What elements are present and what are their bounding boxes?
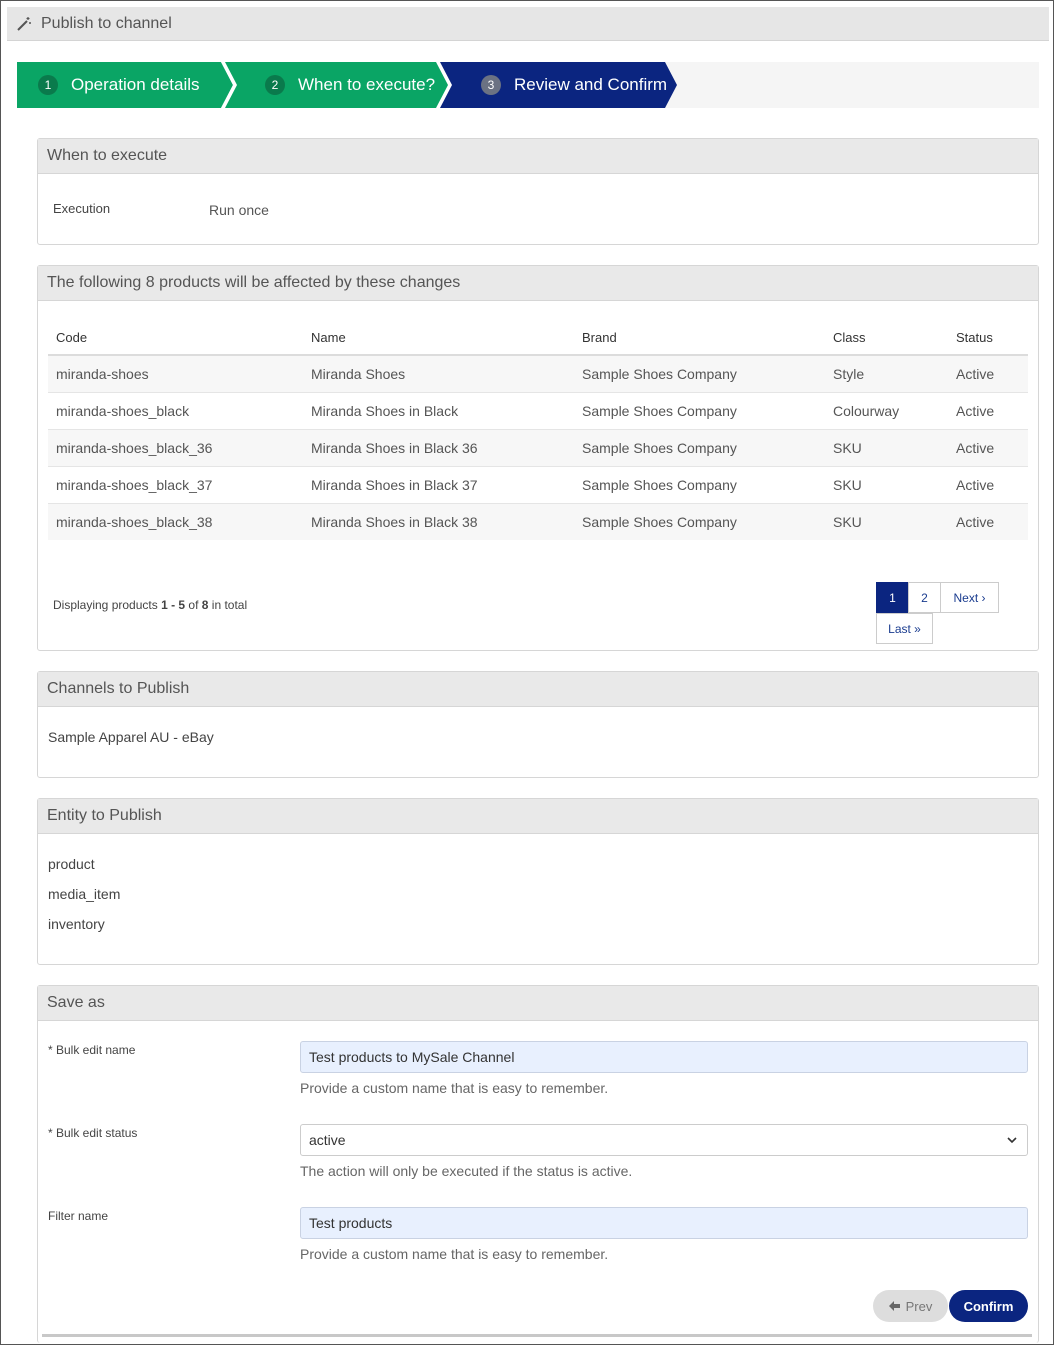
cell-code: miranda-shoes_black — [48, 392, 303, 430]
channel-item: Sample Apparel AU - eBay — [48, 729, 214, 745]
panel-title: When to execute — [38, 139, 1038, 174]
cell-brand: Sample Shoes Company — [574, 355, 825, 393]
next-page-button[interactable]: Next › — [940, 582, 999, 613]
panel-title: Save as — [38, 986, 1038, 1021]
cell-brand: Sample Shoes Company — [574, 466, 825, 504]
entity-item: media_item — [48, 886, 121, 902]
panel-bottom-rule — [42, 1334, 1032, 1337]
step-label: When to execute? — [298, 75, 436, 94]
cell-name: Miranda Shoes in Black — [303, 392, 574, 430]
bulk-edit-name-label: * Bulk edit name — [48, 1043, 136, 1057]
panel-title: The following 8 products will be affecte… — [38, 266, 1038, 301]
bulk-edit-name-value: Test products to MySale Channel — [309, 1049, 515, 1065]
products-table: Code Name Brand Class Status miranda-sho… — [48, 321, 1028, 540]
step-number: 1 — [38, 75, 58, 95]
window-title: Publish to channel — [41, 14, 172, 32]
bulk-edit-status-select[interactable]: active — [300, 1124, 1028, 1156]
filter-name-help: Provide a custom name that is easy to re… — [300, 1246, 609, 1262]
cell-status: Active — [948, 466, 1028, 504]
column-header-code[interactable]: Code — [48, 321, 303, 356]
cell-code: miranda-shoes — [48, 355, 303, 393]
window-titlebar: Publish to channel — [7, 7, 1049, 41]
step-label: Review and Confirm — [514, 75, 668, 94]
bulk-edit-status-help: The action will only be executed if the … — [300, 1163, 633, 1179]
prev-button[interactable]: Prev — [873, 1290, 948, 1322]
channels-panel: Channels to Publish Sample Apparel AU - … — [37, 671, 1039, 778]
column-header-brand[interactable]: Brand — [574, 321, 825, 356]
entity-panel: Entity to Publish product media_item inv… — [37, 798, 1039, 965]
panel-title: Channels to Publish — [38, 672, 1038, 707]
cell-name: Miranda Shoes in Black 38 — [303, 503, 574, 540]
table-row: miranda-shoes_black_37 Miranda Shoes in … — [48, 466, 1028, 504]
summary-prefix: Displaying products — [53, 598, 162, 612]
prev-button-label: Prev — [905, 1298, 933, 1314]
cell-status: Active — [948, 392, 1028, 430]
table-header-row: Code Name Brand Class Status — [48, 321, 1028, 356]
cell-class: SKU — [825, 429, 948, 467]
arrow-left-icon — [888, 1301, 900, 1311]
bulk-edit-status-value: active — [309, 1132, 346, 1148]
step-review-and-confirm[interactable]: 3 Review and Confirm — [436, 62, 677, 108]
cell-name: Miranda Shoes in Black 37 — [303, 466, 574, 504]
page-1-button[interactable]: 1 — [876, 582, 909, 613]
cell-class: Style — [825, 355, 948, 393]
cell-brand: Sample Shoes Company — [574, 392, 825, 430]
column-header-status[interactable]: Status — [948, 321, 1028, 356]
entity-item: inventory — [48, 916, 105, 932]
step-number: 3 — [481, 75, 501, 95]
summary-of: of — [185, 598, 202, 612]
wizard-stepper: 1 Operation details 2 When to execute? 3… — [17, 62, 1039, 108]
cell-class: Colourway — [825, 392, 948, 430]
summary-range: 1 - 5 — [161, 598, 186, 612]
cell-brand: Sample Shoes Company — [574, 503, 825, 540]
column-header-class[interactable]: Class — [825, 321, 948, 356]
cell-name: Miranda Shoes — [303, 355, 574, 393]
summary-suffix: in total — [208, 598, 248, 612]
confirm-button[interactable]: Confirm — [949, 1290, 1028, 1322]
table-row: miranda-shoes_black_38 Miranda Shoes in … — [48, 503, 1028, 540]
magic-wand-icon — [17, 16, 31, 31]
filter-name-label: Filter name — [48, 1209, 109, 1223]
cell-status: Active — [948, 503, 1028, 540]
cell-code: miranda-shoes_black_38 — [48, 503, 303, 540]
when-to-execute-panel: When to execute Execution Run once — [37, 138, 1039, 245]
confirm-button-label: Confirm — [963, 1298, 1014, 1314]
entity-item: product — [48, 856, 95, 872]
filter-name-value: Test products — [309, 1215, 393, 1231]
execution-value: Run once — [209, 202, 269, 218]
table-row: miranda-shoes_black_36 Miranda Shoes in … — [48, 429, 1028, 467]
dialog-window: Publish to channel 1 Operation details 2… — [0, 0, 1054, 1345]
panel-title: Entity to Publish — [38, 799, 1038, 834]
cell-code: miranda-shoes_black_36 — [48, 429, 303, 467]
step-label: Operation details — [71, 75, 200, 94]
cell-status: Active — [948, 355, 1028, 393]
last-page-button[interactable]: Last » — [876, 613, 933, 644]
chevron-down-icon — [1007, 1137, 1017, 1144]
cell-brand: Sample Shoes Company — [574, 429, 825, 467]
column-header-name[interactable]: Name — [303, 321, 574, 356]
cell-code: miranda-shoes_black_37 — [48, 466, 303, 504]
filter-name-input[interactable]: Test products — [300, 1207, 1028, 1239]
cell-name: Miranda Shoes in Black 36 — [303, 429, 574, 467]
cell-class: SKU — [825, 503, 948, 540]
table-row: miranda-shoes Miranda Shoes Sample Shoes… — [48, 355, 1028, 393]
pagination-summary: Displaying products 1 - 5 of 8 in total — [53, 598, 247, 612]
bulk-edit-name-help: Provide a custom name that is easy to re… — [300, 1080, 609, 1096]
execution-label: Execution — [53, 201, 111, 216]
bulk-edit-status-label: * Bulk edit status — [48, 1126, 138, 1140]
page-2-button[interactable]: 2 — [908, 582, 941, 613]
cell-class: SKU — [825, 466, 948, 504]
step-operation-details[interactable]: 1 Operation details — [17, 62, 233, 108]
affected-products-panel: The following 8 products will be affecte… — [37, 265, 1039, 651]
cell-status: Active — [948, 429, 1028, 467]
bulk-edit-name-input[interactable]: Test products to MySale Channel — [300, 1041, 1028, 1073]
table-row: miranda-shoes_black Miranda Shoes in Bla… — [48, 392, 1028, 430]
step-when-to-execute[interactable]: 2 When to execute? — [221, 62, 462, 108]
step-number: 2 — [265, 75, 285, 95]
